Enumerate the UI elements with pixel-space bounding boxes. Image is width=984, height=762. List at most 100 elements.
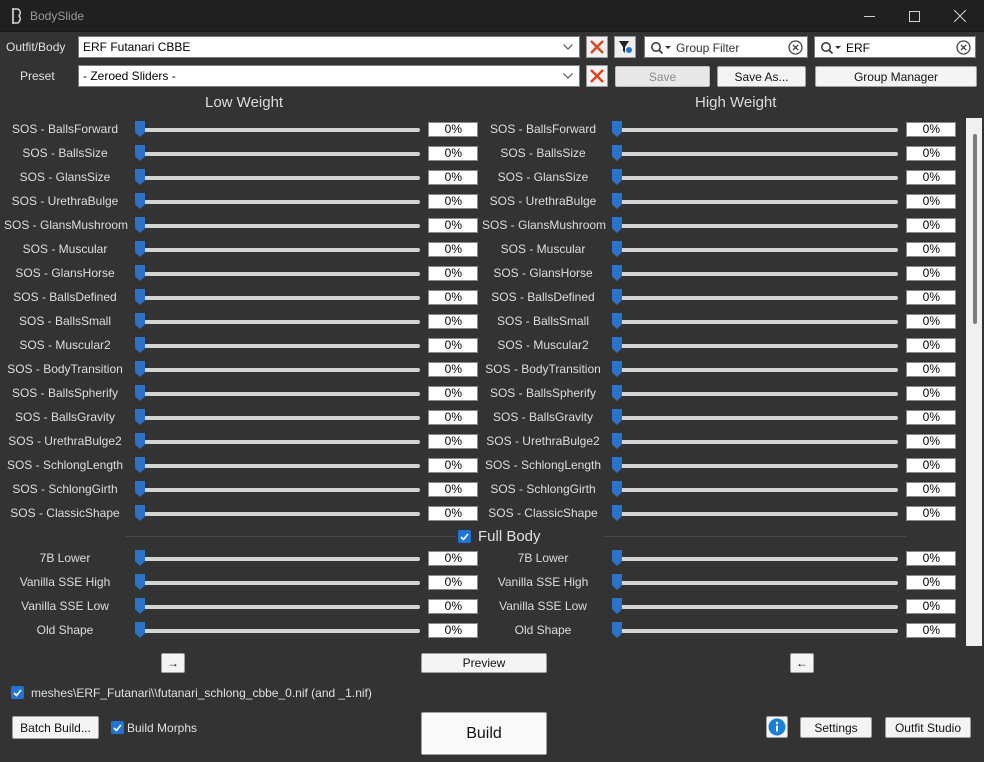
slider-track-high[interactable] <box>618 392 898 396</box>
slider-thumb-low[interactable] <box>135 121 145 137</box>
slider-track-low[interactable] <box>140 224 420 228</box>
slider-track-high[interactable] <box>618 224 898 228</box>
slider-thumb-low[interactable] <box>135 313 145 329</box>
save-as-button[interactable]: Save As... <box>717 66 806 87</box>
outfit-filter-search[interactable]: ERF <box>814 36 976 58</box>
slider-thumb-high[interactable] <box>612 361 622 377</box>
slider-track-low[interactable] <box>140 512 420 516</box>
slider-value-high[interactable]: 0% <box>906 386 956 401</box>
slider-track-low[interactable] <box>140 440 420 444</box>
slider-value-low[interactable]: 0% <box>428 170 478 185</box>
slider-track-high[interactable] <box>618 368 898 372</box>
slider-value-low[interactable]: 0% <box>428 194 478 209</box>
slider-thumb-low[interactable] <box>135 385 145 401</box>
slider-track-high[interactable] <box>618 296 898 300</box>
close-window-button[interactable] <box>937 0 983 32</box>
slider-thumb-high[interactable] <box>612 241 622 257</box>
slider-track-low[interactable] <box>140 368 420 372</box>
slider-value-high[interactable]: 0% <box>906 458 956 473</box>
slider-value-high[interactable]: 0% <box>906 434 956 449</box>
settings-button[interactable]: Settings <box>800 717 872 738</box>
slider-thumb-high[interactable] <box>612 481 622 497</box>
slider-track-low[interactable] <box>140 248 420 252</box>
slider-track-high[interactable] <box>618 488 898 492</box>
slider-thumb-high[interactable] <box>612 505 622 521</box>
slider-thumb-high[interactable] <box>612 433 622 449</box>
clear-outfit-button[interactable] <box>586 36 608 58</box>
slider-track-high[interactable] <box>618 557 898 561</box>
slider-track-high[interactable] <box>618 320 898 324</box>
slider-track-high[interactable] <box>618 128 898 132</box>
group-manager-button[interactable]: Group Manager <box>815 66 977 87</box>
slider-track-low[interactable] <box>140 629 420 633</box>
slider-thumb-high[interactable] <box>612 193 622 209</box>
slider-value-low[interactable]: 0% <box>428 506 478 521</box>
slider-value-low[interactable]: 0% <box>428 623 478 638</box>
output-path-checkbox[interactable] <box>11 686 24 699</box>
slider-thumb-low[interactable] <box>135 457 145 473</box>
build-morphs-checkbox[interactable] <box>111 721 124 734</box>
slider-thumb-high[interactable] <box>612 550 622 566</box>
slider-value-high[interactable]: 0% <box>906 242 956 257</box>
slider-value-low[interactable]: 0% <box>428 314 478 329</box>
info-button[interactable] <box>766 716 788 738</box>
slider-track-low[interactable] <box>140 152 420 156</box>
slider-thumb-high[interactable] <box>612 622 622 638</box>
group-filter-search[interactable]: Group Filter <box>644 36 808 58</box>
slider-thumb-high[interactable] <box>612 598 622 614</box>
slider-thumb-high[interactable] <box>612 289 622 305</box>
clear-preset-button[interactable] <box>586 65 608 87</box>
build-button[interactable]: Build <box>421 712 547 755</box>
slider-track-low[interactable] <box>140 272 420 276</box>
slider-value-high[interactable]: 0% <box>906 170 956 185</box>
slider-track-high[interactable] <box>618 581 898 585</box>
slider-value-low[interactable]: 0% <box>428 338 478 353</box>
slider-value-low[interactable]: 0% <box>428 482 478 497</box>
slider-track-low[interactable] <box>140 344 420 348</box>
outfit-studio-button[interactable]: Outfit Studio <box>885 717 971 738</box>
preset-dropdown[interactable]: - Zeroed Sliders - <box>78 65 580 87</box>
slider-value-low[interactable]: 0% <box>428 146 478 161</box>
slider-thumb-high[interactable] <box>612 337 622 353</box>
slider-track-low[interactable] <box>140 320 420 324</box>
slider-value-low[interactable]: 0% <box>428 362 478 377</box>
slider-track-high[interactable] <box>618 416 898 420</box>
slider-thumb-high[interactable] <box>612 457 622 473</box>
slider-track-low[interactable] <box>140 176 420 180</box>
slider-value-low[interactable]: 0% <box>428 386 478 401</box>
slider-track-high[interactable] <box>618 464 898 468</box>
slider-track-high[interactable] <box>618 176 898 180</box>
slider-value-low[interactable]: 0% <box>428 218 478 233</box>
copy-high-to-low-button[interactable]: ← <box>790 653 814 673</box>
save-preset-button[interactable]: Save <box>615 66 710 87</box>
slider-track-low[interactable] <box>140 605 420 609</box>
slider-value-low[interactable]: 0% <box>428 410 478 425</box>
slider-value-high[interactable]: 0% <box>906 482 956 497</box>
minimize-button[interactable] <box>846 0 892 32</box>
slider-value-high[interactable]: 0% <box>906 314 956 329</box>
slider-thumb-high[interactable] <box>612 313 622 329</box>
slider-value-high[interactable]: 0% <box>906 146 956 161</box>
slider-track-low[interactable] <box>140 464 420 468</box>
slider-thumb-low[interactable] <box>135 193 145 209</box>
slider-thumb-low[interactable] <box>135 409 145 425</box>
slider-value-low[interactable]: 0% <box>428 458 478 473</box>
slider-thumb-low[interactable] <box>135 433 145 449</box>
slider-value-low[interactable]: 0% <box>428 122 478 137</box>
slider-thumb-low[interactable] <box>135 361 145 377</box>
slider-thumb-low[interactable] <box>135 145 145 161</box>
slider-value-high[interactable]: 0% <box>906 623 956 638</box>
slider-value-high[interactable]: 0% <box>906 266 956 281</box>
slider-value-low[interactable]: 0% <box>428 290 478 305</box>
slider-value-high[interactable]: 0% <box>906 218 956 233</box>
slider-value-low[interactable]: 0% <box>428 575 478 590</box>
slider-track-low[interactable] <box>140 296 420 300</box>
slider-value-high[interactable]: 0% <box>906 362 956 377</box>
group-filter-button[interactable] <box>614 36 636 58</box>
slider-value-high[interactable]: 0% <box>906 575 956 590</box>
slider-thumb-low[interactable] <box>135 265 145 281</box>
slider-thumb-low[interactable] <box>135 289 145 305</box>
slider-thumb-low[interactable] <box>135 337 145 353</box>
slider-track-low[interactable] <box>140 392 420 396</box>
slider-track-high[interactable] <box>618 152 898 156</box>
